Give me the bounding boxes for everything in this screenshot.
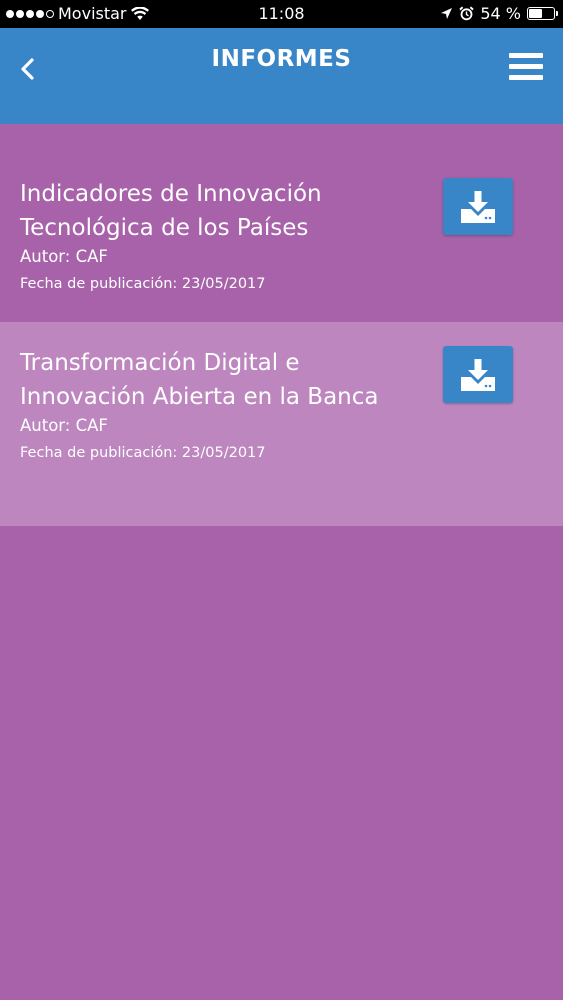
alarm-icon: [459, 6, 475, 21]
status-bar-right: 54 %: [440, 4, 558, 23]
download-icon: [461, 358, 495, 391]
location-arrow-icon: [441, 8, 453, 19]
reports-list: Indicadores de Innovación Tecnológica de…: [0, 124, 563, 526]
download-button[interactable]: [443, 346, 513, 403]
page-title: INFORMES: [211, 46, 352, 72]
app-header: INFORMES: [0, 28, 563, 124]
battery-icon: [527, 7, 558, 20]
report-text: Transformación Digital e Innovación Abie…: [20, 322, 415, 464]
download-icon: [461, 190, 495, 223]
menu-button[interactable]: [509, 52, 543, 82]
report-title: Indicadores de Innovación Tecnológica de…: [20, 181, 322, 241]
report-title: Transformación Digital e Innovación Abie…: [20, 350, 379, 410]
status-bar: Movistar 11:08 54 %: [0, 0, 563, 28]
battery-fill: [529, 9, 542, 18]
download-button[interactable]: [443, 178, 513, 235]
report-date: Fecha de publicación: 23/05/2017: [20, 445, 266, 461]
report-author: Autor: CAF: [20, 247, 108, 266]
report-item[interactable]: Transformación Digital e Innovación Abie…: [0, 322, 563, 526]
report-author: Autor: CAF: [20, 416, 108, 435]
report-text: Indicadores de Innovación Tecnológica de…: [20, 124, 415, 295]
report-item[interactable]: Indicadores de Innovación Tecnológica de…: [0, 124, 563, 322]
battery-percent: 54 %: [480, 4, 521, 23]
report-date: Fecha de publicación: 23/05/2017: [20, 276, 266, 292]
